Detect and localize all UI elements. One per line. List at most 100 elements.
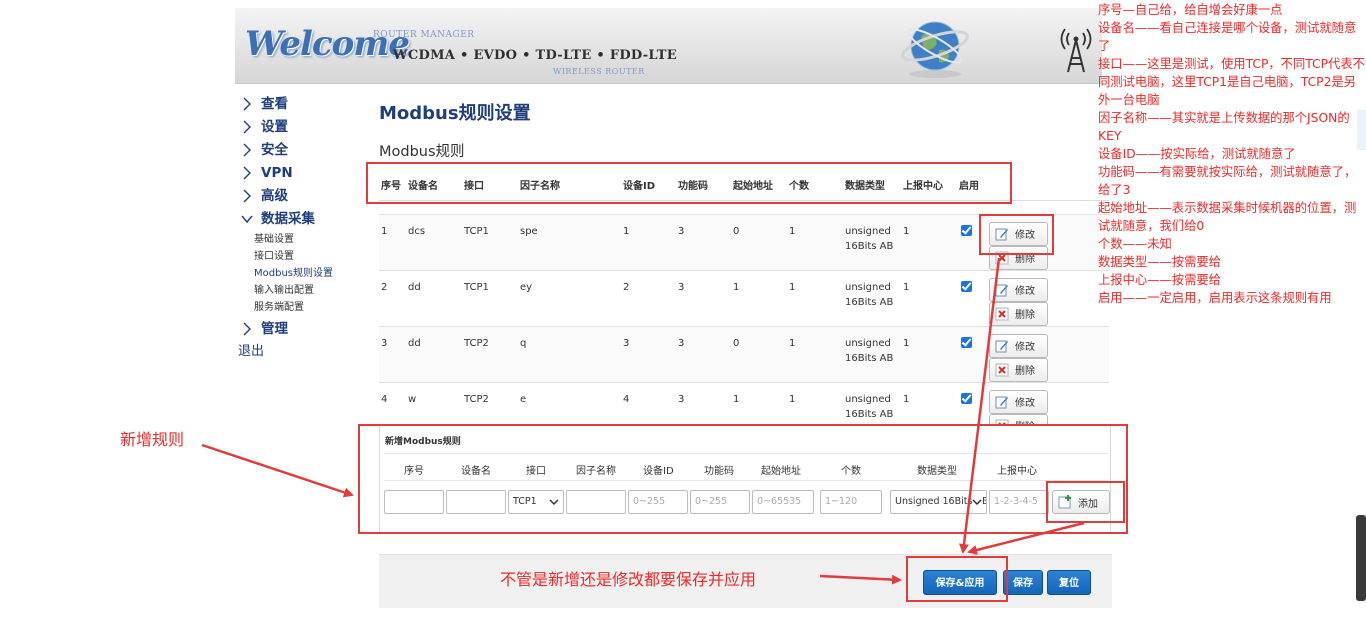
edit-button[interactable]: 修改 bbox=[989, 333, 1048, 358]
sidebar-item-settings[interactable]: 设置 bbox=[238, 117, 368, 140]
cell-actions: 修改 删除 bbox=[987, 269, 1109, 326]
sidebar-item-label: 数据采集 bbox=[261, 211, 315, 227]
note-line: 数据类型——按需要给 bbox=[1098, 255, 1221, 269]
table-row: 3 dd TCP2 q 3 3 0 1 unsigned 16Bits AB 1 … bbox=[379, 325, 1109, 382]
sidebar-item-advanced[interactable]: 高级 bbox=[238, 186, 368, 209]
screen: Welcome ROUTER MANAGER WCDMA • EVDO • TD… bbox=[0, 0, 1366, 622]
note-line: 启用——一定启用，启用表示这条规则有用 bbox=[1098, 291, 1332, 305]
dtype-line: unsigned bbox=[845, 281, 891, 293]
cell-enabled bbox=[957, 325, 987, 382]
subnav-io-config[interactable]: 输入输出配置 bbox=[254, 282, 368, 299]
sidebar-nav: 查看 设置 安全 VPN 高级 数据采集 基础设置 接口设置 Modbus规则设… bbox=[238, 94, 368, 362]
sidebar-item-label: 安全 bbox=[261, 142, 288, 158]
cell-device: dd bbox=[406, 269, 462, 326]
cell-dtype: unsigned 16Bits AB bbox=[843, 213, 901, 270]
cell-center: 1 bbox=[901, 325, 957, 382]
cell-device: dd bbox=[406, 325, 462, 382]
sidebar-item-label: 查看 bbox=[261, 96, 288, 112]
sidebar-item-view[interactable]: 查看 bbox=[238, 94, 368, 117]
cell-count: 1 bbox=[787, 213, 843, 270]
field-explanation-notes: 序号—自己给，给自增会好康一点 设备名——看自己连接是哪个设备，测试就随意了 接… bbox=[1098, 1, 1366, 307]
sidebar-item-manage[interactable]: 管理 bbox=[238, 319, 368, 342]
cell-func: 3 bbox=[676, 325, 731, 382]
cell-dev-id: 2 bbox=[621, 269, 676, 326]
save-button[interactable]: 保存 bbox=[1003, 570, 1043, 595]
cell-dtype: unsigned 16Bits AB bbox=[843, 325, 901, 382]
cell-func: 3 bbox=[676, 213, 731, 270]
modbus-rules-table: 序号 设备名 接口 因子名称 设备ID 功能码 起始地址 个数 数据类型 上报中… bbox=[379, 170, 1109, 438]
cell-iface: TCP1 bbox=[462, 213, 518, 270]
sidebar-item-label: 管理 bbox=[261, 321, 288, 337]
logout-link[interactable]: 退出 bbox=[238, 342, 368, 362]
delete-label: 删除 bbox=[1015, 310, 1035, 321]
enabled-checkbox[interactable] bbox=[961, 280, 972, 292]
edit-icon bbox=[995, 396, 1008, 408]
delete-icon bbox=[995, 363, 1009, 376]
annotation-save-hint: 不管是新增还是修改都要保存并应用 bbox=[500, 570, 757, 589]
subnav-modbus-rules[interactable]: Modbus规则设置 bbox=[254, 265, 368, 282]
sidebar-item-label: VPN bbox=[261, 165, 293, 181]
subnav-server-config[interactable]: 服务端配置 bbox=[254, 299, 368, 316]
cell-center: 1 bbox=[901, 269, 957, 326]
annotation-box-save-apply bbox=[906, 556, 1008, 602]
sidebar-item-label: 设置 bbox=[261, 119, 288, 135]
chevron-right-icon bbox=[243, 166, 251, 180]
globe-icon bbox=[901, 21, 969, 78]
chevron-down-icon bbox=[241, 215, 253, 224]
edit-label: 修改 bbox=[1015, 342, 1035, 353]
cell-dev-id: 3 bbox=[621, 325, 676, 382]
scroll-indicator bbox=[1357, 110, 1366, 150]
dtype-line: unsigned bbox=[845, 225, 891, 237]
edit-icon bbox=[995, 284, 1008, 296]
enabled-checkbox[interactable] bbox=[961, 336, 972, 348]
dtype-line: unsigned bbox=[845, 337, 891, 349]
cell-start: 0 bbox=[731, 213, 787, 270]
sidebar-item-vpn[interactable]: VPN bbox=[238, 163, 368, 186]
annotation-box-new-rule bbox=[358, 424, 1128, 534]
cell-start: 0 bbox=[731, 325, 787, 382]
cell-func: 3 bbox=[676, 269, 731, 326]
annotation-box-edit bbox=[979, 214, 1054, 255]
edit-button[interactable]: 修改 bbox=[989, 277, 1048, 302]
sidebar-item-data-collection[interactable]: 数据采集 bbox=[238, 209, 368, 232]
cell-enabled bbox=[957, 269, 987, 326]
delete-button[interactable]: 删除 bbox=[989, 301, 1048, 326]
delete-label: 删除 bbox=[1015, 366, 1035, 377]
edit-label: 修改 bbox=[1015, 286, 1035, 297]
edit-icon bbox=[995, 340, 1008, 352]
cell-dtype: unsigned 16Bits AB bbox=[843, 269, 901, 326]
annotation-box-header bbox=[366, 162, 1012, 204]
cell-no: 1 bbox=[379, 213, 406, 270]
reset-button[interactable]: 复位 bbox=[1047, 570, 1091, 595]
annotation-box-add bbox=[1046, 481, 1125, 523]
enabled-checkbox[interactable] bbox=[961, 224, 972, 236]
header-banner: Welcome ROUTER MANAGER WCDMA • EVDO • TD… bbox=[235, 8, 1102, 84]
cell-count: 1 bbox=[787, 325, 843, 382]
subnav-interface-settings[interactable]: 接口设置 bbox=[254, 248, 368, 265]
chevron-right-icon bbox=[243, 143, 251, 157]
network-types-label: WCDMA • EVDO • TD-LTE • FDD-LTE bbox=[393, 48, 677, 63]
cell-iface: TCP2 bbox=[462, 325, 518, 382]
scrollbar-thumb[interactable] bbox=[1356, 515, 1366, 601]
page-title: Modbus规则设置 bbox=[379, 103, 531, 124]
cell-no: 2 bbox=[379, 269, 406, 326]
dtype-line: 16Bits AB bbox=[845, 240, 894, 252]
edit-label: 修改 bbox=[1015, 398, 1035, 409]
cell-device: dcs bbox=[406, 213, 462, 270]
chevron-right-icon bbox=[243, 120, 251, 134]
cell-dev-id: 1 bbox=[621, 213, 676, 270]
delete-button[interactable]: 删除 bbox=[989, 357, 1048, 382]
edit-button[interactable]: 修改 bbox=[989, 389, 1048, 414]
sidebar-item-security[interactable]: 安全 bbox=[238, 140, 368, 163]
note-line: 设备名——看自己连接是哪个设备，测试就随意了 bbox=[1098, 21, 1357, 53]
subnav-basic-settings[interactable]: 基础设置 bbox=[254, 231, 368, 248]
note-line: 序号—自己给，给自增会好康一点 bbox=[1098, 3, 1283, 17]
cell-factor: q bbox=[518, 325, 621, 382]
delete-icon bbox=[995, 307, 1009, 320]
enabled-checkbox[interactable] bbox=[961, 392, 972, 404]
note-line: 功能码——有需要就按实际给，测试就随意了，给了3 bbox=[1098, 165, 1357, 197]
chevron-right-icon bbox=[243, 189, 251, 203]
dtype-line: 16Bits AB bbox=[845, 408, 894, 420]
cell-iface: TCP1 bbox=[462, 269, 518, 326]
annotation-new-rule: 新增规则 bbox=[120, 430, 185, 449]
